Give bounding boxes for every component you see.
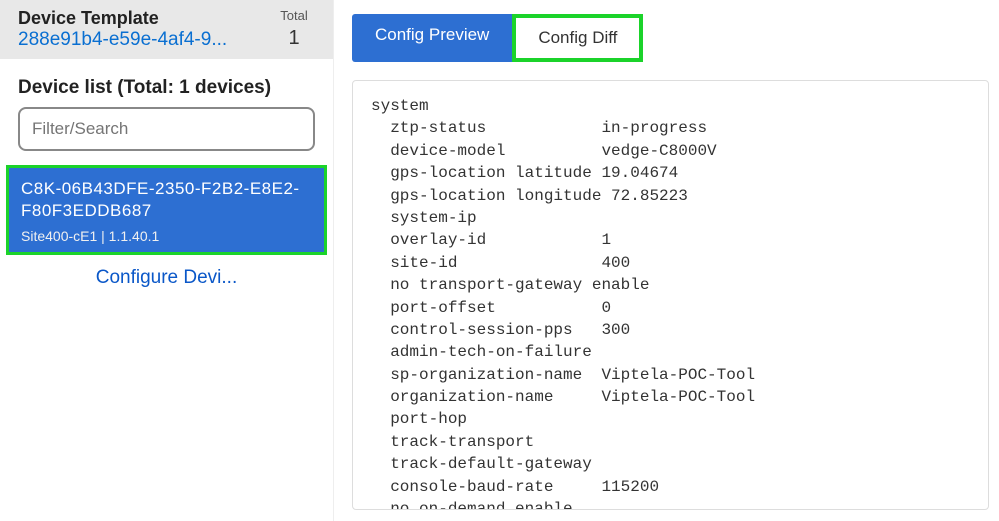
device-template-section: Device Template 288e91b4-e59e-4af4-9... … [0,0,333,59]
template-total: Total 1 [269,8,319,51]
device-card[interactable]: C8K-06B43DFE-2350-F2B2-E8E2-F80F3EDDB687… [6,165,327,255]
search-input[interactable] [18,107,315,151]
template-link[interactable]: 288e91b4-e59e-4af4-9... [18,29,227,50]
config-preview-text: system ztp-status in-progress device-mod… [352,80,989,510]
main-panel: Config Preview Config Diff system ztp-st… [334,0,999,521]
device-list-heading: Device list (Total: 1 devices) [18,77,315,99]
tab-config-diff[interactable]: Config Diff [512,14,643,62]
device-subtitle: Site400-cE1 | 1.1.40.1 [21,228,312,244]
configure-devices-link[interactable]: Configure Devi... [0,261,333,295]
total-value: 1 [269,27,319,50]
template-label: Device Template [18,8,269,29]
device-id: C8K-06B43DFE-2350-F2B2-E8E2-F80F3EDDB687 [21,178,312,222]
sidebar: Device Template 288e91b4-e59e-4af4-9... … [0,0,334,521]
tab-config-preview[interactable]: Config Preview [352,14,512,62]
total-label: Total [269,8,319,23]
tab-bar: Config Preview Config Diff [352,14,989,62]
